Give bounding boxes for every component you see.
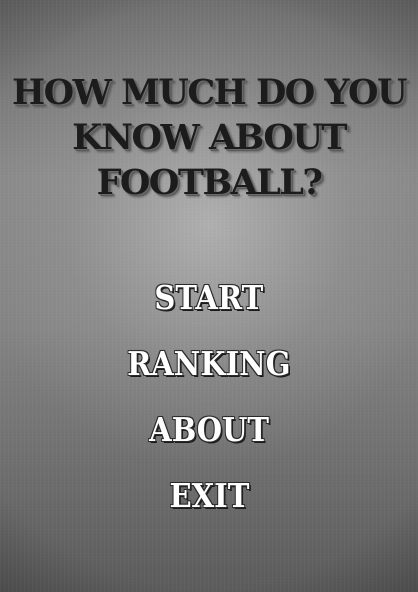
game-title: HOW MUCH DO YOU KNOW ABOUT FOOTBALL? [0, 70, 418, 205]
title-line-2: KNOW ABOUT [72, 117, 347, 158]
about-button[interactable]: ABOUT [0, 408, 418, 452]
start-button[interactable]: START [0, 276, 418, 320]
ranking-button-label: RANKING [127, 344, 291, 383]
title-line-1: HOW MUCH DO YOU [12, 72, 407, 113]
start-button-label: START [154, 278, 264, 317]
main-menu-screen: HOW MUCH DO YOU KNOW ABOUT FOOTBALL? STA… [0, 0, 418, 592]
title-line-3: FOOTBALL? [96, 162, 323, 203]
about-button-label: ABOUT [149, 410, 269, 449]
exit-button-label: EXIT [169, 476, 249, 515]
ranking-button[interactable]: RANKING [0, 342, 418, 386]
exit-button[interactable]: EXIT [0, 474, 418, 518]
